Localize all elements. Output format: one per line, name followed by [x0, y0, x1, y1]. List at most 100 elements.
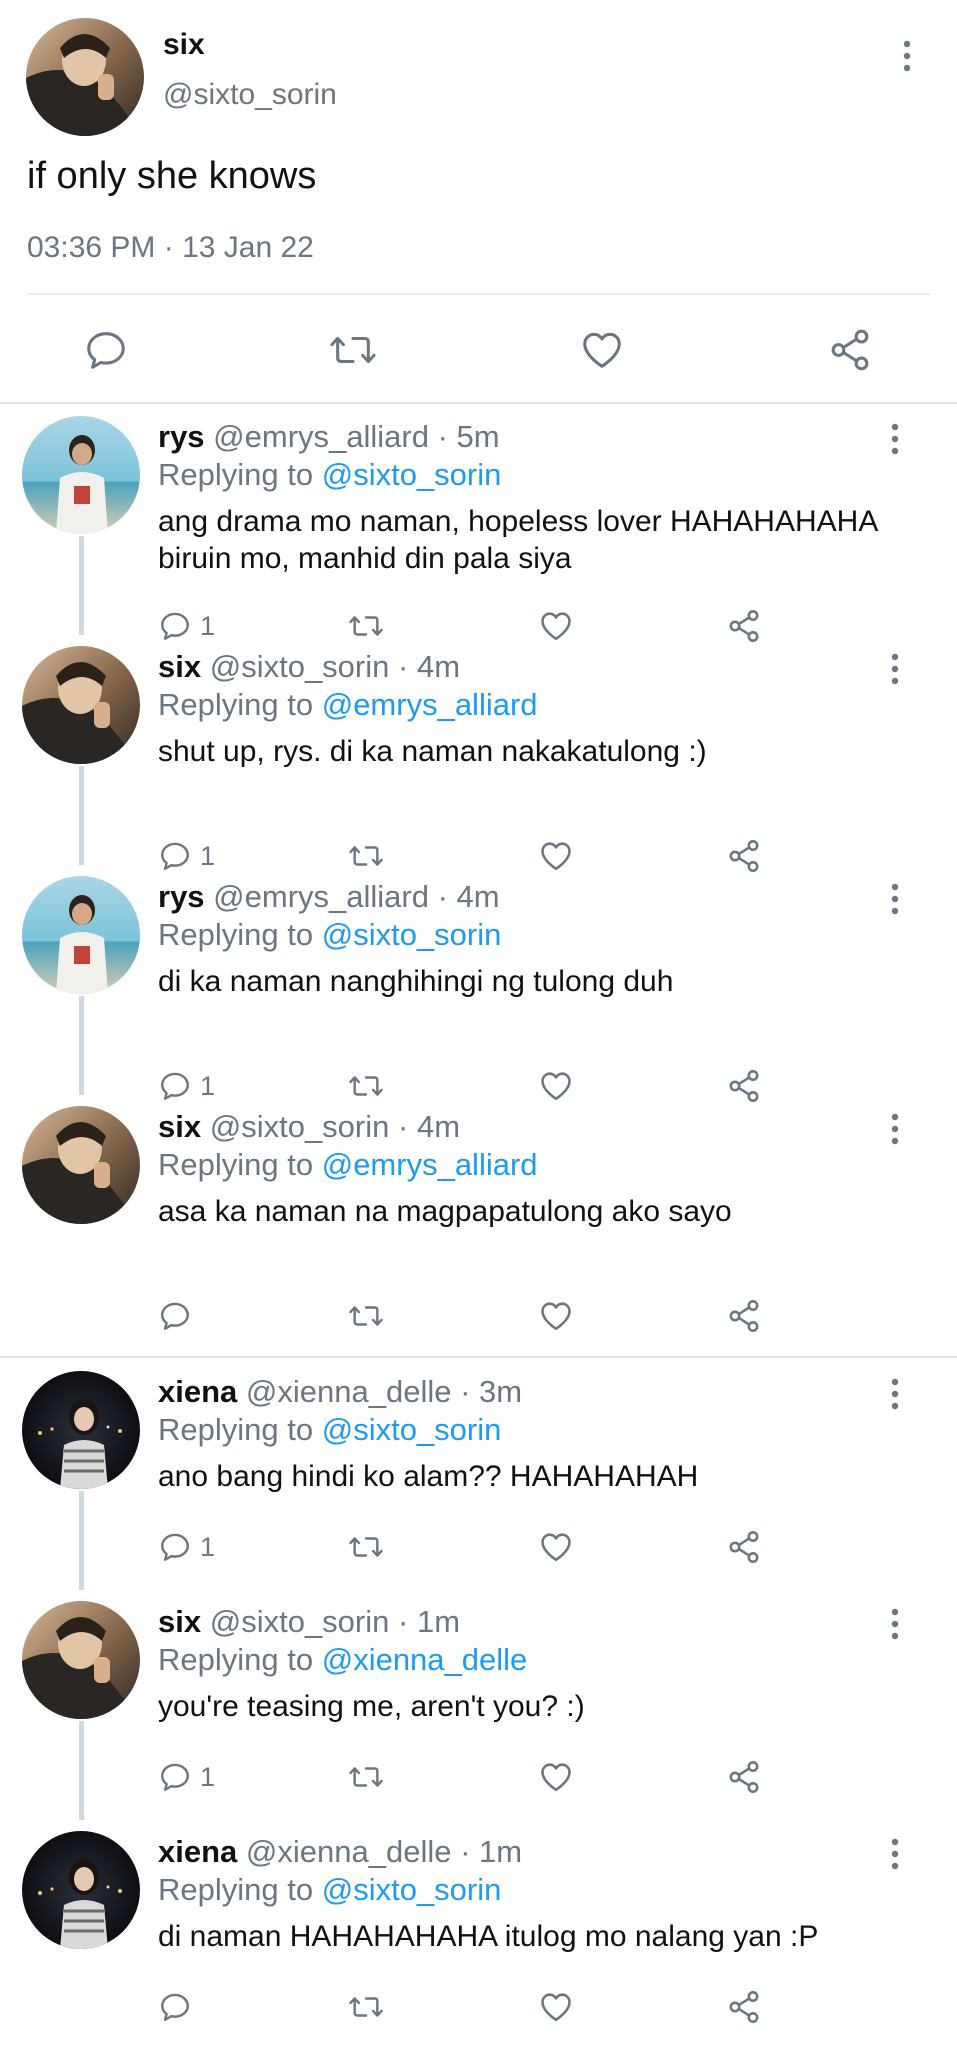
reply-tweet[interactable]: six @sixto_sorin · 4m Replying to @emrys_…: [0, 635, 957, 872]
reply-time[interactable]: · 1m: [460, 1834, 522, 1869]
more-vertical-icon[interactable]: [883, 881, 907, 917]
section-divider: [0, 1356, 957, 1358]
more-vertical-icon[interactable]: [895, 38, 919, 74]
share-icon[interactable]: [726, 1294, 762, 1338]
mention-link[interactable]: @sixto_sorin: [322, 457, 502, 492]
mention-link[interactable]: @sixto_sorin: [322, 917, 502, 952]
reply-actions: 1: [158, 1525, 938, 1569]
replying-label: Replying to: [158, 1147, 314, 1182]
more-vertical-icon[interactable]: [883, 1606, 907, 1642]
avatar[interactable]: [22, 1371, 140, 1489]
heart-icon[interactable]: [538, 1525, 574, 1569]
mention-link[interactable]: @emrys_alliard: [322, 1147, 538, 1182]
mention-link[interactable]: @sixto_sorin: [322, 1872, 502, 1907]
section-divider: [0, 402, 957, 404]
author-name[interactable]: six: [158, 1109, 201, 1144]
replying-label: Replying to: [158, 1872, 314, 1907]
replying-to: Replying to @sixto_sorin: [158, 1872, 501, 1908]
reply-time[interactable]: · 4m: [438, 879, 500, 914]
reply-time[interactable]: · 4m: [398, 1109, 460, 1144]
heart-icon[interactable]: [538, 1985, 574, 2029]
author-name[interactable]: rys: [158, 879, 205, 914]
retweet-icon[interactable]: [347, 1755, 385, 1799]
tweet-actions: [0, 320, 957, 380]
reply-header: xiena @xienna_delle · 1m: [158, 1834, 522, 1870]
heart-icon[interactable]: [538, 1294, 574, 1338]
share-icon[interactable]: [726, 1525, 762, 1569]
heart-icon[interactable]: [538, 1755, 574, 1799]
author-handle[interactable]: @sixto_sorin: [210, 1109, 390, 1144]
reply-button[interactable]: [158, 1294, 200, 1338]
avatar[interactable]: [22, 1601, 140, 1719]
reply-icon: [158, 1299, 192, 1333]
share-icon[interactable]: [726, 1755, 762, 1799]
share-icon[interactable]: [726, 1985, 762, 2029]
retweet-icon[interactable]: [323, 320, 383, 380]
author-name[interactable]: six: [163, 28, 205, 62]
more-vertical-icon[interactable]: [883, 1836, 907, 1872]
reply-button[interactable]: 1: [158, 1525, 215, 1569]
reply-actions: [158, 1294, 938, 1338]
avatar[interactable]: [22, 646, 140, 764]
reply-time[interactable]: · 5m: [438, 419, 500, 454]
author-handle[interactable]: @xienna_delle: [246, 1374, 452, 1409]
reply-count: 1: [200, 1761, 216, 1792]
mention-link[interactable]: @xienna_delle: [322, 1642, 528, 1677]
reply-icon: [158, 1990, 192, 2024]
reply-tweet[interactable]: xiena @xienna_delle · 3m Replying to @six…: [0, 1360, 957, 1590]
reply-time[interactable]: · 4m: [398, 649, 460, 684]
retweet-icon[interactable]: [347, 1525, 385, 1569]
avatar[interactable]: [22, 876, 140, 994]
reply-time[interactable]: · 3m: [460, 1374, 522, 1409]
author-handle[interactable]: @sixto_sorin: [163, 78, 337, 112]
avatar[interactable]: [22, 1106, 140, 1224]
heart-icon[interactable]: [572, 320, 632, 380]
retweet-icon[interactable]: [347, 1294, 385, 1338]
avatar[interactable]: [22, 416, 140, 534]
replying-label: Replying to: [158, 917, 314, 952]
mention-link[interactable]: @sixto_sorin: [322, 1412, 502, 1447]
replying-to: Replying to @emrys_alliard: [158, 1147, 538, 1183]
author-name[interactable]: xiena: [158, 1374, 237, 1409]
reply-header: six @sixto_sorin · 4m: [158, 649, 460, 685]
avatar[interactable]: [22, 1831, 140, 1949]
reply-header: rys @emrys_alliard · 5m: [158, 419, 500, 455]
more-vertical-icon[interactable]: [883, 1376, 907, 1412]
author-handle[interactable]: @sixto_sorin: [210, 1604, 390, 1639]
replying-to: Replying to @xienna_delle: [158, 1642, 527, 1678]
replying-label: Replying to: [158, 457, 314, 492]
reply-header: six @sixto_sorin · 4m: [158, 1109, 460, 1145]
tweet-timestamp[interactable]: 03:36 PM · 13 Jan 22: [27, 231, 314, 265]
more-vertical-icon[interactable]: [883, 1111, 907, 1147]
author-name[interactable]: rys: [158, 419, 205, 454]
author-name[interactable]: six: [158, 1604, 201, 1639]
retweet-icon[interactable]: [347, 1985, 385, 2029]
reply-button[interactable]: 1: [158, 1755, 215, 1799]
author-handle[interactable]: @xienna_delle: [246, 1834, 452, 1869]
reply-tweet[interactable]: six @sixto_sorin · 4m Replying to @emrys_…: [0, 1095, 957, 1332]
replying-label: Replying to: [158, 1642, 314, 1677]
author-handle[interactable]: @sixto_sorin: [210, 649, 390, 684]
author-handle[interactable]: @emrys_alliard: [213, 879, 429, 914]
reply-icon[interactable]: [76, 320, 136, 380]
mention-link[interactable]: @emrys_alliard: [322, 687, 538, 722]
reply-tweet[interactable]: rys @emrys_alliard · 5m Replying to @sixt…: [0, 405, 957, 642]
author-handle[interactable]: @emrys_alliard: [213, 419, 429, 454]
reply-time[interactable]: · 1m: [398, 1604, 460, 1639]
more-vertical-icon[interactable]: [883, 651, 907, 687]
reply-tweet[interactable]: six @sixto_sorin · 1m Replying to @xienna…: [0, 1590, 957, 1820]
avatar[interactable]: [26, 18, 144, 136]
replying-to: Replying to @emrys_alliard: [158, 687, 538, 723]
share-icon[interactable]: [820, 320, 880, 380]
reply-tweet[interactable]: xiena @xienna_delle · 1m Replying to @six…: [0, 1820, 957, 2048]
thread-line: [79, 996, 84, 1095]
reply-button[interactable]: [158, 1985, 200, 2029]
reply-text: asa ka naman na magpapatulong ako sayo: [158, 1195, 732, 1228]
reply-header: rys @emrys_alliard · 4m: [158, 879, 500, 915]
more-vertical-icon[interactable]: [883, 421, 907, 457]
author-name[interactable]: six: [158, 649, 201, 684]
tweet-text: if only she knows: [27, 155, 317, 197]
divider: [27, 293, 930, 295]
reply-tweet[interactable]: rys @emrys_alliard · 4m Replying to @sixt…: [0, 865, 957, 1102]
author-name[interactable]: xiena: [158, 1834, 237, 1869]
